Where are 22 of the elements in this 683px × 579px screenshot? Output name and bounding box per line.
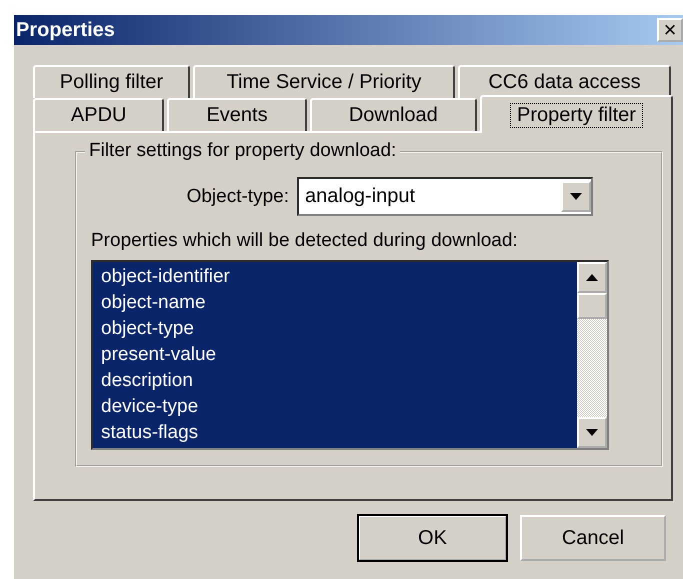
scroll-thumb[interactable] [577, 293, 607, 319]
tab[interactable]: Time Service / Priority [193, 65, 455, 98]
tab[interactable]: Property filter [480, 95, 673, 133]
object-type-dropdown[interactable]: analog-input [297, 177, 593, 216]
down-arrow-icon [586, 429, 598, 436]
close-button[interactable]: × [657, 18, 683, 42]
window-title: Properties [16, 18, 115, 42]
tab[interactable]: APDU [33, 98, 164, 131]
list-label: Properties which will be detected during download: [91, 230, 519, 252]
object-type-label: Object-type: [186, 186, 289, 208]
scrollbar[interactable] [577, 262, 607, 448]
group-title: Filter settings for property download: [85, 140, 400, 162]
up-arrow-icon [586, 274, 598, 281]
dialog-button[interactable]: OK [358, 515, 507, 561]
dropdown-arrow-icon [570, 193, 582, 200]
dialog-button[interactable]: Cancel [520, 515, 666, 561]
tab[interactable]: Polling filter [33, 65, 190, 98]
scroll-up-button[interactable] [577, 262, 607, 293]
tab[interactable]: Events [167, 98, 307, 131]
tab[interactable]: CC6 data access [458, 65, 671, 98]
tab[interactable]: Download [310, 98, 477, 131]
scroll-down-button[interactable] [577, 417, 607, 448]
